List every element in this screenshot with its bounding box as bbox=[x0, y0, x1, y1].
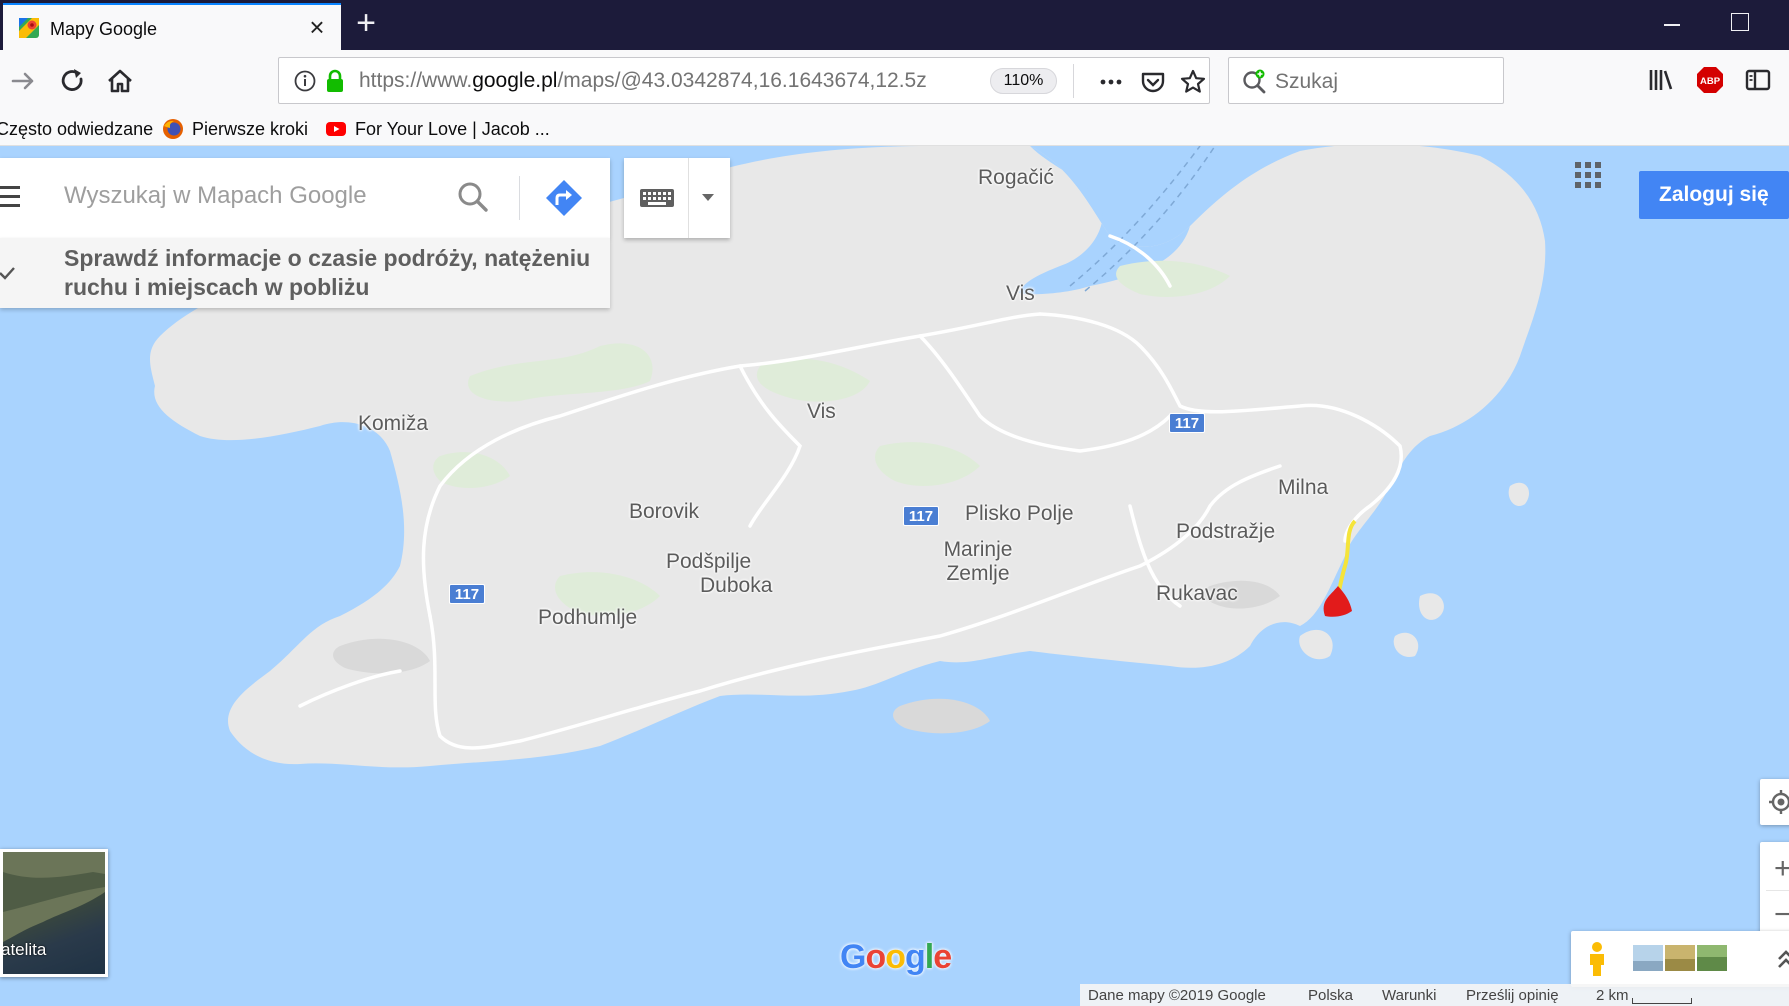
map-canvas[interactable]: Rogačić Vis Vis Komiža Milna Borovik Pli… bbox=[0, 146, 1789, 1006]
tab-google-maps[interactable]: Mapy Google × bbox=[3, 3, 341, 50]
pocket-icon[interactable] bbox=[1139, 68, 1167, 96]
place-label-rukavac[interactable]: Rukavac bbox=[1156, 582, 1238, 606]
maximize-window-icon[interactable] bbox=[1731, 13, 1749, 31]
google-logo: Google bbox=[840, 938, 952, 976]
adblock-plus-icon[interactable]: ABP bbox=[1694, 64, 1726, 96]
place-label-komiza[interactable]: Komiža bbox=[358, 412, 428, 436]
library-icon[interactable] bbox=[1645, 64, 1677, 96]
satellite-label: atelita bbox=[1, 940, 47, 959]
street-view-and-layers-strip bbox=[1571, 931, 1789, 987]
zoom-out-icon[interactable]: − bbox=[1774, 900, 1789, 930]
satellite-layer-toggle[interactable]: atelita bbox=[0, 849, 108, 977]
terms-link[interactable]: Warunki bbox=[1382, 987, 1436, 1004]
place-label-rogacic[interactable]: Rogačić bbox=[978, 166, 1054, 190]
scale-label[interactable]: 2 km bbox=[1596, 987, 1629, 1004]
url-bar[interactable]: https://www.google.pl/maps/@43.0342874,1… bbox=[278, 57, 1210, 104]
travel-info-panel[interactable]: Sprawdź informacje o czasie podróży, nat… bbox=[0, 238, 610, 308]
road-shield-117: 117 bbox=[449, 584, 485, 604]
zoom-level-badge[interactable]: 110% bbox=[990, 68, 1057, 94]
new-tab-icon[interactable]: + bbox=[350, 6, 382, 42]
url-bar-divider bbox=[1073, 64, 1074, 98]
reload-icon[interactable] bbox=[54, 62, 92, 100]
road-shield-117: 117 bbox=[1169, 413, 1205, 433]
place-label-vis-island[interactable]: Vis bbox=[807, 400, 836, 424]
place-label-borovik[interactable]: Borovik bbox=[629, 500, 699, 524]
country-link[interactable]: Polska bbox=[1308, 987, 1353, 1004]
close-tab-icon[interactable]: × bbox=[303, 13, 331, 41]
bookmark-star-icon[interactable] bbox=[1179, 68, 1207, 96]
bookmark-youtube-video[interactable]: For Your Love | Jacob ... bbox=[325, 116, 550, 142]
directions-icon[interactable] bbox=[544, 178, 584, 218]
place-label-podstrazje[interactable]: Podstražje bbox=[1176, 520, 1275, 544]
input-tools-box bbox=[624, 158, 730, 238]
browser-search-placeholder: Szukaj bbox=[1275, 70, 1339, 93]
search-divider bbox=[519, 176, 520, 220]
sidebar-toggle-icon[interactable] bbox=[1742, 64, 1774, 96]
bookmarks-toolbar: Często odwiedzane Pierwsze kroki For You… bbox=[0, 112, 1789, 146]
tab-title: Mapy Google bbox=[50, 19, 158, 39]
scale-bar bbox=[1632, 998, 1692, 1004]
place-label-plisko-polje[interactable]: Plisko Polje bbox=[965, 502, 1074, 526]
terrain-thumbnail-icon[interactable] bbox=[1633, 945, 1663, 971]
check-icon bbox=[0, 267, 15, 280]
send-feedback-link[interactable]: Prześlij opinię bbox=[1466, 987, 1559, 1004]
lock-icon[interactable] bbox=[323, 68, 347, 94]
travel-info-text: Sprawdź informacje o czasie podróży, nat… bbox=[64, 245, 591, 300]
place-label-duboka[interactable]: Duboka bbox=[700, 574, 772, 598]
photo-thumbnail-icon[interactable] bbox=[1665, 945, 1695, 971]
apps-grid-icon[interactable] bbox=[1573, 160, 1603, 190]
input-tools-divider bbox=[688, 158, 689, 238]
bookmark-most-visited[interactable]: Często odwiedzane bbox=[0, 116, 153, 142]
search-icon[interactable] bbox=[456, 180, 490, 214]
url-text[interactable]: https://www.google.pl/maps/@43.0342874,1… bbox=[359, 69, 927, 93]
home-icon[interactable] bbox=[101, 62, 139, 100]
firefox-icon bbox=[163, 119, 183, 139]
maps-search-box: Wyszukaj w Mapach Google bbox=[0, 158, 610, 238]
place-label-marinje-zemlje[interactable]: Marinje Zemlje bbox=[938, 538, 1018, 586]
my-location-icon bbox=[1769, 790, 1789, 814]
info-icon[interactable] bbox=[293, 69, 317, 93]
place-label-podhumlje[interactable]: Podhumlje bbox=[538, 606, 637, 630]
my-location-button[interactable] bbox=[1760, 779, 1789, 825]
navigation-toolbar: https://www.google.pl/maps/@43.0342874,1… bbox=[0, 50, 1789, 112]
forward-arrow-icon[interactable] bbox=[4, 62, 42, 100]
keyboard-icon[interactable] bbox=[639, 188, 675, 208]
place-label-milna[interactable]: Milna bbox=[1278, 476, 1328, 500]
zoom-controls: + − bbox=[1760, 842, 1789, 938]
google-maps-favicon-icon bbox=[19, 18, 39, 38]
bookmark-getting-started[interactable]: Pierwsze kroki bbox=[162, 116, 308, 142]
sign-in-button[interactable]: Zaloguj się bbox=[1639, 171, 1789, 219]
youtube-icon bbox=[326, 122, 346, 136]
minimize-window-icon[interactable] bbox=[1660, 10, 1684, 34]
tab-bar: Mapy Google × + bbox=[0, 0, 1789, 50]
svg-text:ABP: ABP bbox=[1700, 76, 1721, 87]
pegman-icon[interactable] bbox=[1585, 941, 1609, 977]
browser-window: Mapy Google × + https://www.google.pl/ma… bbox=[0, 0, 1789, 1006]
zoom-divider bbox=[1766, 890, 1789, 891]
zoom-in-icon[interactable]: + bbox=[1774, 854, 1789, 884]
chevron-down-icon[interactable] bbox=[702, 194, 714, 201]
browser-search-bar[interactable]: Szukaj bbox=[1228, 57, 1504, 104]
expand-up-icon[interactable] bbox=[1771, 945, 1789, 975]
menu-icon[interactable] bbox=[0, 186, 20, 208]
place-label-vis-town[interactable]: Vis bbox=[1006, 282, 1035, 306]
road-shield-117: 117 bbox=[903, 506, 939, 526]
page-actions-icon[interactable] bbox=[1097, 68, 1125, 96]
maps-search-input[interactable]: Wyszukaj w Mapach Google bbox=[64, 182, 367, 210]
search-engine-icon bbox=[1243, 69, 1266, 94]
field-thumbnail-icon[interactable] bbox=[1697, 945, 1727, 971]
map-footer: Dane mapy ©2019 Google Polska Warunki Pr… bbox=[1080, 984, 1789, 1006]
place-label-podspilje[interactable]: Podšpilje bbox=[666, 550, 751, 574]
map-data-attribution: Dane mapy ©2019 Google bbox=[1088, 987, 1266, 1004]
